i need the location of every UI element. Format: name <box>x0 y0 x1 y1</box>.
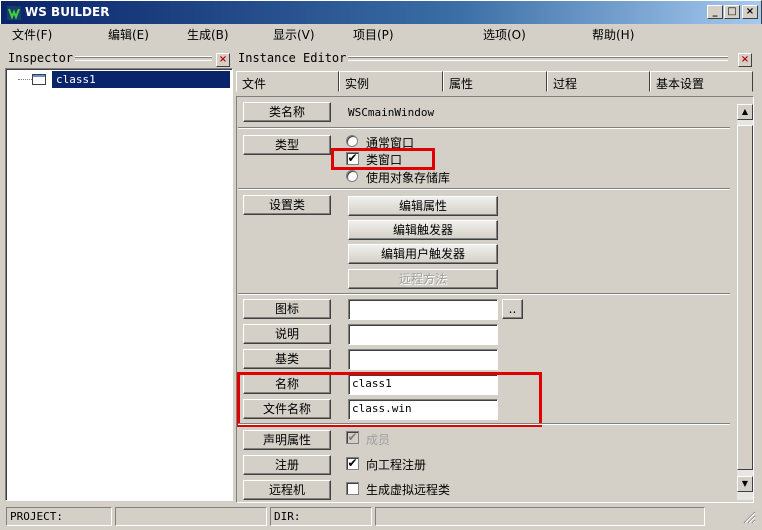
tab-procedures[interactable]: 过程 <box>547 71 650 92</box>
base-class-field[interactable] <box>348 349 498 370</box>
tab-file[interactable]: 文件 <box>236 71 339 92</box>
browse-button[interactable]: .. <box>502 299 523 319</box>
base-class-button[interactable]: 基类 <box>243 349 331 369</box>
editor-scrollbar[interactable]: ▲ ▼ <box>737 104 753 500</box>
members-label: 成员 <box>366 433 391 447</box>
scroll-down-arrow-icon[interactable]: ▼ <box>737 476 753 492</box>
window-title: WS BUILDER <box>25 5 110 19</box>
app-icon <box>7 6 21 20</box>
checkbox-members[interactable]: ✔ <box>346 431 359 444</box>
menu-file[interactable]: 文件(F) <box>12 26 52 43</box>
inspector-close-button[interactable]: × <box>216 53 230 67</box>
register-project-label: 向工程注册 <box>366 458 427 472</box>
highlight-box-name <box>237 372 542 427</box>
tree-item-class1[interactable]: class1 <box>52 71 230 88</box>
icon-field[interactable] <box>348 299 498 320</box>
tree-connector <box>18 79 32 80</box>
edit-triggers-button[interactable]: 编辑触发器 <box>348 220 498 240</box>
checkbox-virtual-remote[interactable] <box>346 482 359 495</box>
description-field[interactable] <box>348 324 498 345</box>
status-empty-2 <box>375 507 705 526</box>
declare-attributes-button[interactable]: 声明属性 <box>243 430 331 450</box>
window-icon <box>32 74 46 85</box>
radio-object-repository-label: 使用对象存储库 <box>366 171 451 185</box>
description-button[interactable]: 说明 <box>243 324 331 344</box>
menu-edit[interactable]: 编辑(E) <box>108 26 149 43</box>
class-name-value: WSCmainWindow <box>348 106 435 119</box>
menu-build[interactable]: 生成(B) <box>187 26 229 43</box>
separator <box>238 127 730 129</box>
inspector-grip <box>75 56 212 61</box>
edit-user-triggers-button[interactable]: 编辑用户触发器 <box>348 244 498 264</box>
tab-instance[interactable]: 实例 <box>339 71 443 92</box>
instance-editor-title: Instance Editor <box>238 51 347 65</box>
tab-basic-settings[interactable]: 基本设置 <box>650 71 753 92</box>
highlight-box-type <box>331 148 435 170</box>
class-name-button[interactable]: 类名称 <box>243 102 331 122</box>
type-button[interactable]: 类型 <box>243 135 331 155</box>
setup-class-button[interactable]: 设置类 <box>243 195 331 215</box>
radio-object-repository[interactable] <box>346 170 358 182</box>
icon-button[interactable]: 图标 <box>243 299 331 319</box>
remote-methods-button[interactable]: 远程方法 <box>348 269 498 289</box>
tab-properties[interactable]: 属性 <box>443 71 547 92</box>
status-project: PROJECT: <box>6 507 112 526</box>
instance-editor-grip <box>348 56 728 61</box>
separator <box>238 293 730 295</box>
resize-grip-icon[interactable] <box>742 510 756 524</box>
menu-options[interactable]: 选项(O) <box>483 26 526 43</box>
title-bar: WS BUILDER _ □ × <box>0 0 762 24</box>
inspector-title: Inspector <box>8 51 74 65</box>
status-empty-1 <box>115 507 267 526</box>
scroll-thumb[interactable] <box>737 125 753 470</box>
separator <box>238 188 730 190</box>
menu-project[interactable]: 项目(P) <box>353 26 394 43</box>
menu-bar: 文件(F) 编辑(E) 生成(B) 显示(V) 项目(P) 选项(O) 帮助(H… <box>0 24 762 44</box>
remote-machine-button[interactable]: 远程机 <box>243 480 331 500</box>
minimize-button[interactable]: _ <box>707 5 723 19</box>
instance-editor-close-button[interactable]: × <box>738 53 752 67</box>
menu-help[interactable]: 帮助(H) <box>592 26 634 43</box>
radio-normal-window[interactable] <box>346 135 358 147</box>
register-button[interactable]: 注册 <box>243 455 331 475</box>
edit-properties-button[interactable]: 编辑属性 <box>348 196 498 216</box>
tree-item-label: class1 <box>56 73 96 86</box>
checkbox-register-project[interactable]: ✔ <box>346 457 359 470</box>
virtual-remote-label: 生成虚拟远程类 <box>366 483 451 497</box>
menu-view[interactable]: 显示(V) <box>273 26 315 43</box>
maximize-button[interactable]: □ <box>724 5 740 19</box>
status-dir: DIR: <box>270 507 372 526</box>
inspector-tree: class1 <box>5 68 233 501</box>
close-window-button[interactable]: × <box>742 5 758 19</box>
separator <box>238 423 730 425</box>
scroll-up-arrow-icon[interactable]: ▲ <box>737 104 753 120</box>
